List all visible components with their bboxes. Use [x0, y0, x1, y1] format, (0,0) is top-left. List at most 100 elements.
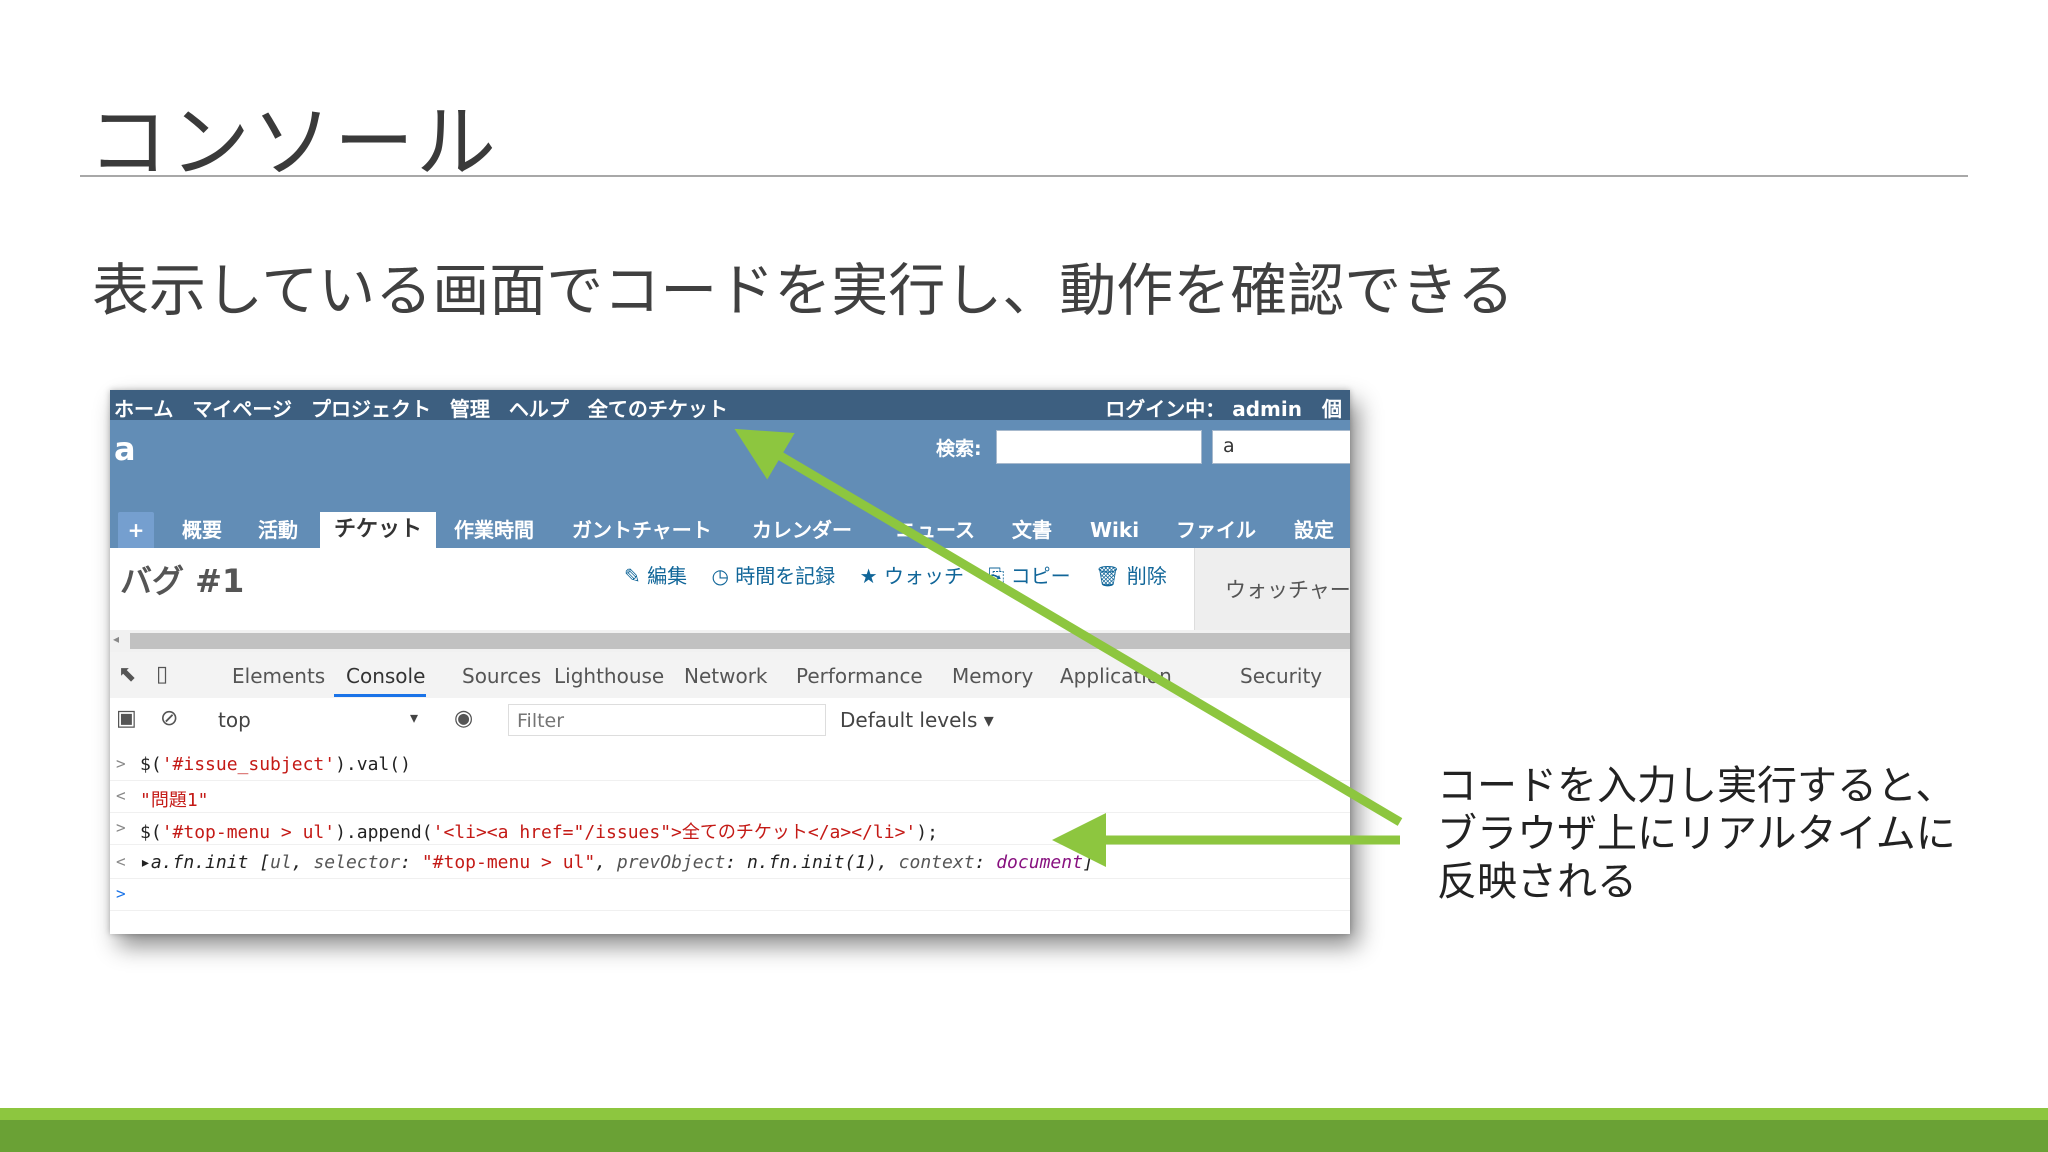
- tab-issues[interactable]: チケット: [320, 512, 437, 548]
- issue-title: バグ #1: [120, 562, 245, 600]
- callout-text: コードを入力し実行すると、 ブラウザ上にリアルタイムに 反映される: [1437, 762, 1956, 906]
- edit-link[interactable]: ✎ 編集: [624, 564, 687, 588]
- callout-line-2: ブラウザ上にリアルタイムに: [1437, 811, 1956, 857]
- code-token: '#top-menu > ul': [161, 822, 336, 843]
- devtools-tab-performance[interactable]: Performance: [796, 664, 923, 688]
- top-menu-help[interactable]: ヘルプ: [509, 397, 569, 421]
- console-line-text: ▸a.fn.init [ul, selector: "#top-menu > u…: [140, 852, 1094, 873]
- code-token: $(: [140, 822, 162, 843]
- console-line: < ▸a.fn.init [ul, selector: "#top-menu > …: [110, 846, 1350, 879]
- issue-actions: ✎ 編集 ◷ 時間を記録 ★ ウォッチ ⎘ コピー 🗑 削除: [624, 560, 1185, 589]
- callout-line-1: コードを入力し実行すると、: [1437, 763, 1956, 809]
- top-menu-home[interactable]: ホーム: [114, 397, 173, 421]
- sidebar-toggle-icon[interactable]: ▣: [116, 706, 137, 731]
- issue-content: バグ #1 ✎ 編集 ◷ 時間を記録 ★ ウォッチ ⎘ コピー 🗑 削除 ウォッ…: [110, 548, 1350, 630]
- console-filter-box: [508, 704, 826, 736]
- console-filter-input[interactable]: [515, 707, 819, 735]
- clear-console-icon[interactable]: ⊘: [160, 706, 178, 731]
- code-token: ▸: [140, 852, 151, 873]
- tab-overview[interactable]: 概要: [182, 512, 222, 548]
- context-dropdown-icon[interactable]: ▾: [410, 708, 418, 727]
- tab-activity[interactable]: 活動: [258, 512, 298, 548]
- input-prompt-icon: >: [116, 818, 126, 837]
- search-label: 検索:: [936, 438, 982, 460]
- code-token: ,: [595, 852, 617, 873]
- tab-wiki[interactable]: Wiki: [1090, 512, 1139, 548]
- top-menu-projects[interactable]: プロジェクト: [311, 397, 431, 421]
- inspect-element-icon[interactable]: ⬉: [118, 662, 136, 687]
- code-token: "問題1": [140, 790, 209, 811]
- input-prompt-icon: >: [116, 884, 126, 903]
- code-token: ).append(: [335, 822, 433, 843]
- browser-screenshot: ホーム マイページ プロジェクト 管理 ヘルプ 全てのチケット ログイン中： a…: [110, 390, 1350, 934]
- console-toolbar: ▣ ⊘ top ▾ ◉ Default levels ▾: [110, 698, 1350, 743]
- code-token: prevObject: [616, 852, 726, 873]
- devtools-tab-console[interactable]: Console: [346, 664, 425, 688]
- callout-line-3: 反映される: [1437, 859, 1637, 905]
- log-levels-dropdown[interactable]: Default levels ▾: [840, 708, 994, 732]
- slide-subtitle: 表示している画面でコードを実行し、動作を確認できる: [92, 258, 1515, 324]
- code-token: a.fn.init [: [150, 852, 271, 873]
- footer-stripe-light: [0, 1108, 2048, 1120]
- code-token: '#issue_subject': [161, 754, 336, 775]
- log-time-link[interactable]: ◷ 時間を記録: [711, 564, 835, 588]
- delete-link[interactable]: 🗑 削除: [1095, 564, 1167, 588]
- devtools-tab-security[interactable]: Security: [1240, 664, 1322, 688]
- live-expression-eye-icon[interactable]: ◉: [454, 706, 473, 731]
- code-token: : n.fn.init(1),: [725, 852, 899, 873]
- console-line: > $('#top-menu > ul').append('<li><a href…: [110, 812, 1350, 845]
- top-menu-admin[interactable]: 管理: [450, 397, 490, 421]
- redmine-header: a 検索: a: [110, 420, 1350, 504]
- issue-sidebar: ウォッチャー: [1194, 548, 1350, 630]
- horizontal-scrollbar[interactable]: ◂: [110, 630, 1350, 652]
- devtools-tab-application[interactable]: Application: [1060, 664, 1172, 688]
- scroll-left-icon[interactable]: ◂: [113, 632, 119, 646]
- tab-documents[interactable]: 文書: [1012, 512, 1052, 548]
- code-token: ]: [1082, 852, 1094, 873]
- device-toolbar-icon[interactable]: ▯: [156, 662, 168, 687]
- code-token: document: [996, 852, 1083, 873]
- console-line-text: $('#top-menu > ul').append('<li><a href=…: [140, 818, 938, 844]
- tab-news[interactable]: ニュース: [896, 512, 975, 548]
- tab-gantt[interactable]: ガントチャート: [572, 512, 712, 548]
- search-input[interactable]: [996, 430, 1202, 464]
- code-token: selector: [313, 852, 401, 873]
- code-token: ).val(): [335, 754, 411, 775]
- tab-time-entries[interactable]: 作業時間: [454, 512, 534, 548]
- tab-files[interactable]: ファイル: [1176, 512, 1256, 548]
- tab-calendar[interactable]: カレンダー: [752, 512, 852, 548]
- top-menu-all-issues[interactable]: 全てのチケット: [588, 397, 728, 421]
- tab-settings[interactable]: 設定: [1294, 512, 1334, 548]
- sidebar-watchers-title: ウォッチャー: [1225, 578, 1350, 602]
- input-prompt-icon: >: [116, 754, 126, 773]
- project-name: a: [114, 430, 136, 468]
- devtools-tabbar: ⬉ ▯ Elements Console Sources Lighthouse …: [110, 652, 1350, 699]
- devtools-tab-lighthouse[interactable]: Lighthouse: [554, 664, 664, 688]
- devtools-tab-elements[interactable]: Elements: [232, 664, 325, 688]
- console-line: >: [110, 878, 1350, 911]
- console-output[interactable]: > $('#issue_subject').val() < "問題1" > $('#top…: [110, 742, 1350, 934]
- title-divider: [80, 175, 1968, 177]
- scrollbar-thumb[interactable]: [130, 633, 1350, 649]
- console-line: < "問題1": [110, 780, 1350, 813]
- active-tab-indicator: [334, 694, 426, 697]
- footer-stripe-dark: [0, 1120, 2048, 1152]
- devtools-tab-network[interactable]: Network: [684, 664, 768, 688]
- code-token: $(: [140, 754, 162, 775]
- code-token: ,: [291, 852, 314, 873]
- devtools-tab-sources[interactable]: Sources: [462, 664, 541, 688]
- code-token: );: [916, 822, 938, 843]
- context-selector[interactable]: top: [218, 708, 251, 732]
- project-tabs: + 概要 活動 チケット 作業時間 ガントチャート カレンダー ニュース 文書 …: [110, 504, 1350, 548]
- devtools-tab-memory[interactable]: Memory: [952, 664, 1033, 688]
- project-jump-value: a: [1223, 435, 1235, 457]
- code-token: context: [898, 852, 975, 873]
- watch-link[interactable]: ★ ウォッチ: [860, 564, 964, 588]
- top-menu-mypage[interactable]: マイページ: [192, 397, 292, 421]
- tab-new-object[interactable]: +: [118, 512, 154, 548]
- copy-link[interactable]: ⎘ コピー: [988, 564, 1070, 588]
- result-arrow-icon: <: [116, 786, 126, 805]
- project-jump-select[interactable]: a: [1212, 430, 1350, 464]
- code-token: ul: [270, 852, 292, 873]
- console-line: > $('#issue_subject').val(): [110, 748, 1350, 781]
